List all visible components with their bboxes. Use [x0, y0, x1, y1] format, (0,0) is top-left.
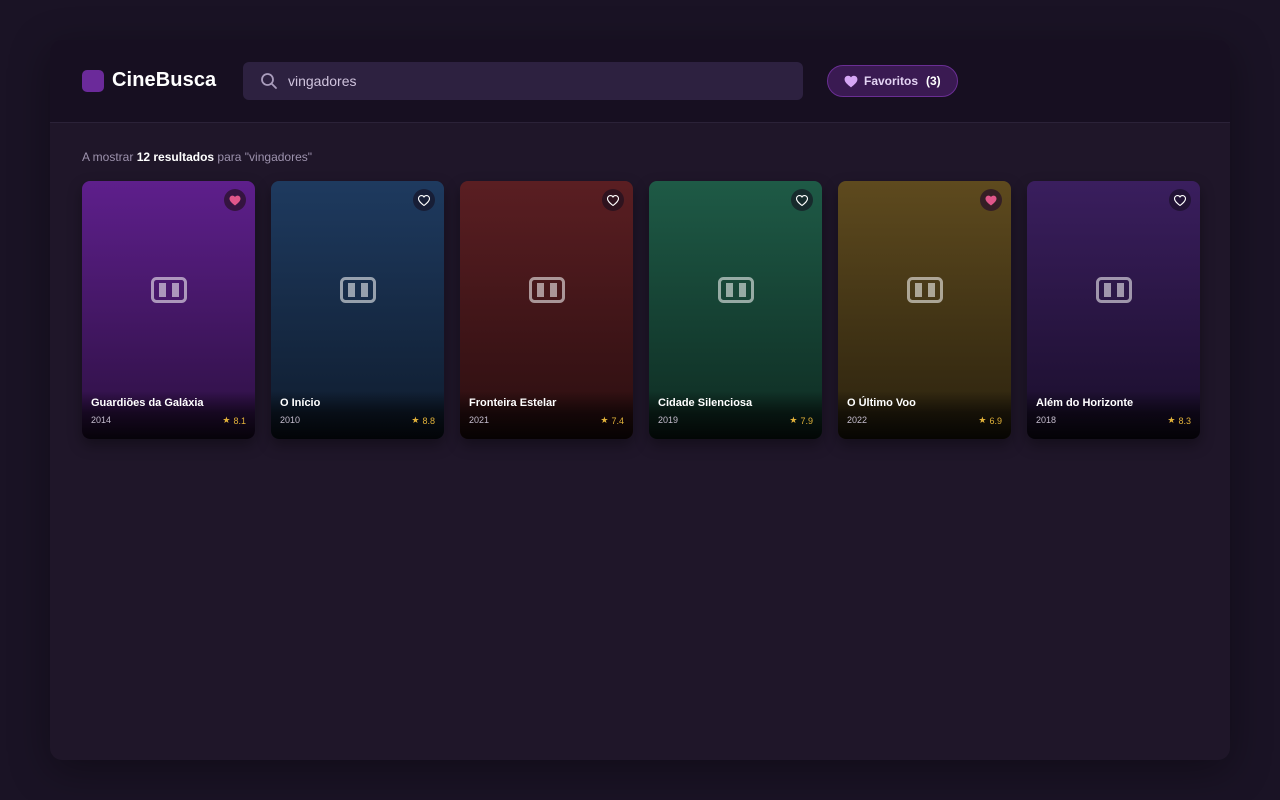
- movie-year: 2010: [280, 415, 301, 425]
- movie-rating: ★ 8.8: [411, 415, 435, 426]
- movie-info: Cidade Silenciosa 2019 ★ 7.9: [649, 391, 822, 439]
- star-icon: ★: [1167, 415, 1176, 425]
- movie-title: Fronteira Estelar: [469, 397, 557, 409]
- movie-card[interactable]: O Início 2010 ★ 8.8: [271, 181, 444, 439]
- search-input[interactable]: [288, 62, 803, 100]
- movie-info: Fronteira Estelar 2021 ★ 7.4: [460, 391, 633, 439]
- heart-outline-icon: [607, 194, 619, 206]
- movie-rating-value: 6.9: [989, 415, 1002, 426]
- movie-info: O Último Voo 2022 ★ 6.9: [838, 391, 1011, 439]
- movie-info: Além do Horizonte 2018 ★ 8.3: [1027, 391, 1200, 439]
- heart-filled-icon: [229, 195, 241, 205]
- heart-outline-icon: [418, 194, 430, 206]
- movie-rating-value: 8.1: [233, 415, 246, 426]
- movie-card[interactable]: O Último Voo 2022 ★ 6.9: [838, 181, 1011, 439]
- favorite-toggle-button[interactable]: [1169, 189, 1191, 211]
- movie-title: Cidade Silenciosa: [658, 397, 753, 409]
- favorite-toggle-button[interactable]: [413, 189, 435, 211]
- favorite-toggle-button[interactable]: [224, 189, 246, 211]
- heart-filled-icon: [985, 195, 997, 205]
- movie-info: O Início 2010 ★ 8.8: [271, 391, 444, 439]
- star-icon: ★: [222, 415, 231, 425]
- movie-rating-value: 8.3: [1178, 415, 1191, 426]
- movie-rating-value: 7.9: [800, 415, 813, 426]
- movie-rating-value: 8.8: [422, 415, 435, 426]
- heart-icon: [844, 74, 858, 88]
- app-window: CineBusca Favoritos (3) A mostrar: [50, 40, 1230, 760]
- heart-outline-icon: [1174, 194, 1186, 206]
- film-icon: [339, 277, 376, 303]
- movie-title: Além do Horizonte: [1036, 397, 1134, 409]
- movie-card[interactable]: Fronteira Estelar 2021 ★ 7.4: [460, 181, 633, 439]
- movie-title: Guardiões da Galáxia: [91, 397, 204, 409]
- results-prefix: A mostrar: [82, 150, 134, 164]
- movie-card[interactable]: Além do Horizonte 2018 ★ 8.3: [1027, 181, 1200, 439]
- results-count: 12 resultados: [136, 150, 215, 164]
- movie-title: O Início: [280, 397, 321, 409]
- star-icon: ★: [600, 415, 609, 425]
- top-header: CineBusca Favoritos (3): [50, 40, 1230, 123]
- results-query: "vingadores": [244, 150, 313, 164]
- favorite-toggle-button[interactable]: [602, 189, 624, 211]
- movie-card[interactable]: Guardiões da Galáxia 2014 ★ 8.1: [82, 181, 255, 439]
- movie-rating-value: 7.4: [611, 415, 624, 426]
- results-middle: para: [217, 150, 242, 164]
- movie-year: 2014: [91, 415, 112, 425]
- favorites-button[interactable]: Favoritos (3): [827, 65, 958, 97]
- star-icon: ★: [411, 415, 420, 425]
- favorite-toggle-button[interactable]: [791, 189, 813, 211]
- results-summary: A mostrar 12 resultados para "vingadores…: [82, 150, 1198, 164]
- movie-year: 2021: [469, 415, 490, 425]
- movie-year: 2018: [1036, 415, 1057, 425]
- movie-title: O Último Voo: [847, 397, 916, 409]
- movie-rating: ★ 8.3: [1167, 415, 1191, 426]
- brand-logo-icon: [82, 69, 104, 92]
- star-icon: ★: [978, 415, 987, 425]
- movie-rating: ★ 7.4: [600, 415, 624, 426]
- film-icon: [717, 277, 754, 303]
- movie-year: 2019: [658, 415, 679, 425]
- film-icon: [528, 277, 565, 303]
- main-content: A mostrar 12 resultados para "vingadores…: [82, 150, 1200, 439]
- movie-rating: ★ 7.9: [789, 415, 813, 426]
- film-icon: [150, 277, 187, 303]
- search-icon: [259, 71, 279, 91]
- movie-year: 2022: [847, 415, 868, 425]
- movie-info: Guardiões da Galáxia 2014 ★ 8.1: [82, 391, 255, 439]
- favorites-label: Favoritos: [864, 74, 919, 88]
- search-bar[interactable]: [243, 62, 803, 100]
- film-icon: [906, 277, 943, 303]
- movie-grid: Guardiões da Galáxia 2014 ★ 8.1 O Início 201…: [82, 181, 1200, 439]
- favorite-toggle-button[interactable]: [980, 189, 1002, 211]
- movie-rating: ★ 8.1: [222, 415, 246, 426]
- film-icon: [1095, 277, 1132, 303]
- app-title: CineBusca: [112, 69, 217, 91]
- brand[interactable]: CineBusca: [82, 69, 216, 92]
- movie-rating: ★ 6.9: [978, 415, 1002, 426]
- heart-outline-icon: [796, 194, 808, 206]
- star-icon: ★: [789, 415, 798, 425]
- movie-card[interactable]: Cidade Silenciosa 2019 ★ 7.9: [649, 181, 822, 439]
- favorites-count: (3): [926, 74, 941, 88]
